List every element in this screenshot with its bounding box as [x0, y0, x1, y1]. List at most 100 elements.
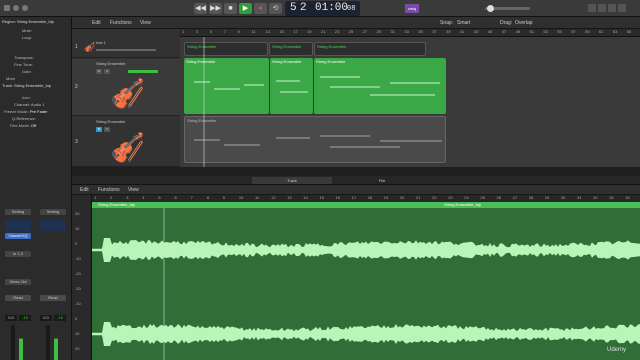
notepad-icon[interactable] — [598, 4, 606, 12]
snap-select[interactable]: Smart — [457, 20, 470, 26]
ruler-tick: 3 — [195, 29, 199, 34]
ruler-tick: 31 — [390, 29, 395, 34]
track-field-freeze-value[interactable]: Pre Fader — [30, 109, 48, 114]
play-button[interactable]: ▶ — [239, 3, 252, 14]
editor-ruler-tick: 32 — [593, 195, 598, 200]
tab-track[interactable]: Track — [252, 177, 332, 184]
editor-ruler-tick: 22 — [432, 195, 437, 200]
track-name[interactable]: String Ensemble — [96, 119, 125, 124]
editor-ruler-tick: 24 — [464, 195, 469, 200]
automation-read[interactable]: Read — [40, 295, 66, 301]
ruler-tick: 1 — [182, 29, 185, 34]
drag-select[interactable]: Overlap — [515, 20, 533, 26]
amplitude-tick: 20 — [75, 346, 80, 351]
amplitude-tick: 20 — [75, 211, 80, 216]
key-signature[interactable]: cmaj — [405, 4, 419, 13]
eq-thumbnail[interactable] — [40, 219, 66, 231]
setting-button[interactable]: Setting — [40, 209, 66, 215]
stop-button[interactable]: ■ — [224, 3, 237, 14]
ruler-tick: 37 — [432, 29, 437, 34]
cycle-button[interactable]: ⟲ — [269, 3, 282, 14]
track-field-freeze-label: Freeze Mode: — [4, 109, 29, 114]
help-icon[interactable] — [22, 5, 28, 11]
library-icon[interactable] — [4, 5, 10, 11]
track-number: 1 — [75, 44, 78, 50]
control-bar: ◀◀ ▶▶ ■ ▶ ● ⟲ 5 2 01:00 08 cmaj — [0, 0, 640, 17]
lcd-display[interactable]: 5 2 01:00 08 — [285, 1, 360, 16]
inspector: Region: String Ensemble_bip Mute: Loop: … — [0, 17, 72, 360]
channel-strip-b: Setting Read 0.0 -16 — [38, 205, 68, 360]
channel-eq-slot[interactable]: Channel EQ — [5, 233, 31, 239]
editor-ruler-tick: 6 — [174, 195, 177, 200]
toolbar-right-icons — [588, 4, 636, 13]
view-menu[interactable]: View — [140, 20, 151, 26]
track-header-1[interactable]: 1 🎻 Inst 1 — [72, 38, 180, 58]
master-volume-slider[interactable] — [485, 5, 530, 12]
list-editor-icon[interactable] — [588, 4, 596, 12]
track-header-2[interactable]: 2 String Ensemble M S 🎻 — [72, 59, 180, 116]
editor-ruler-tick: 2 — [110, 195, 113, 200]
ruler-tick: 51 — [529, 29, 534, 34]
track-name[interactable]: Inst 1 — [96, 40, 106, 45]
forward-button[interactable]: ▶▶ — [209, 3, 222, 14]
editor-functions-menu[interactable]: Functions — [98, 187, 120, 193]
setting-button[interactable]: Setting — [5, 209, 31, 215]
track-field-qref[interactable]: Q-Reference: — [12, 116, 80, 122]
tracks-menu-bar: Edit Functions View Snap: Smart Drag: Ov… — [72, 17, 640, 29]
editor-edit-menu[interactable]: Edit — [80, 187, 89, 193]
track-field-flex-value[interactable]: Off — [31, 123, 36, 128]
track-field-flex: Flex Mode: Off — [10, 123, 78, 129]
ruler[interactable]: 1 3 5 7 9 11 13 15 17 19 21 23 25 27 29 31 33 35 37 39 41 43 4… — [180, 29, 640, 37]
waveform-editor[interactable]: String Ensemble_bip String Ensemble_bip … — [92, 202, 640, 360]
volume-knob[interactable] — [487, 5, 494, 12]
record-button[interactable]: ● — [254, 3, 267, 14]
editor-region-name-right: String Ensemble_bip — [444, 202, 481, 207]
tab-file[interactable]: File — [342, 177, 422, 184]
rewind-button[interactable]: ◀◀ — [194, 3, 207, 14]
eq-thumbnail[interactable] — [5, 219, 31, 231]
volume-value[interactable]: 0.0 — [5, 315, 17, 321]
amplitude-tick: -10 — [75, 256, 81, 261]
editor-ruler-tick: 5 — [158, 195, 161, 200]
loop-browser-icon[interactable] — [608, 4, 616, 12]
editor-view-menu[interactable]: View — [128, 187, 139, 193]
editor-ruler-tick: 26 — [496, 195, 501, 200]
browser-icon[interactable] — [618, 4, 626, 12]
region-more[interactable]: More — [6, 76, 74, 82]
fader[interactable] — [11, 325, 15, 360]
ruler-tick: 59 — [585, 29, 590, 34]
ruler-tick: 19 — [307, 29, 312, 34]
amplitude-tick: 10 — [75, 226, 80, 231]
output-slot[interactable]: Stereo Out — [5, 279, 31, 285]
track-header-3[interactable]: 3 String Ensemble M S 🎻 — [72, 117, 180, 167]
peak-value: -15 — [19, 315, 31, 321]
functions-menu[interactable]: Functions — [110, 20, 132, 26]
editor-ruler[interactable]: 1 2 3 4 5 6 7 8 9 10 11 12 13 14 15 16 17 18 19 20 21 22 23 24 2… — [92, 195, 640, 202]
edit-menu[interactable]: Edit — [92, 20, 101, 26]
track-volume-meter[interactable] — [128, 70, 158, 73]
mute-button[interactable]: M — [96, 69, 102, 74]
editor-ruler-tick: 28 — [528, 195, 534, 200]
mute-button[interactable]: M — [96, 127, 102, 132]
ruler-tick: 7 — [223, 29, 226, 34]
volume-value[interactable]: 0.0 — [40, 315, 52, 321]
level-meter — [54, 329, 58, 360]
fader[interactable] — [46, 325, 50, 360]
track-name[interactable]: String Ensemble — [96, 61, 125, 66]
track-field-channel-value[interactable]: Audio 1 — [31, 102, 45, 107]
ruler-tick: 5 — [209, 29, 213, 34]
editor-ruler-tick: 17 — [351, 195, 357, 200]
cello-icon: 🎻 — [110, 132, 145, 163]
ruler-tick: 45 — [487, 29, 493, 34]
solo-button[interactable]: S — [104, 69, 110, 74]
track-field-freeze: Freeze Mode: Pre Fader — [4, 109, 72, 115]
volume-slider[interactable] — [96, 49, 156, 51]
track-field-flex-label: Flex Mode: — [10, 123, 30, 128]
amplitude-tick: -20 — [75, 271, 81, 276]
region-inspector-header[interactable]: Region: String Ensemble_bip — [2, 19, 70, 25]
info-icon[interactable] — [13, 5, 19, 11]
automation-read[interactable]: Read — [5, 295, 31, 301]
track-inspector-header[interactable]: Track: String Ensemble_bip — [2, 83, 70, 89]
input-slot[interactable]: In 1-2 — [5, 251, 31, 257]
ruler-tick: 15 — [279, 29, 284, 34]
